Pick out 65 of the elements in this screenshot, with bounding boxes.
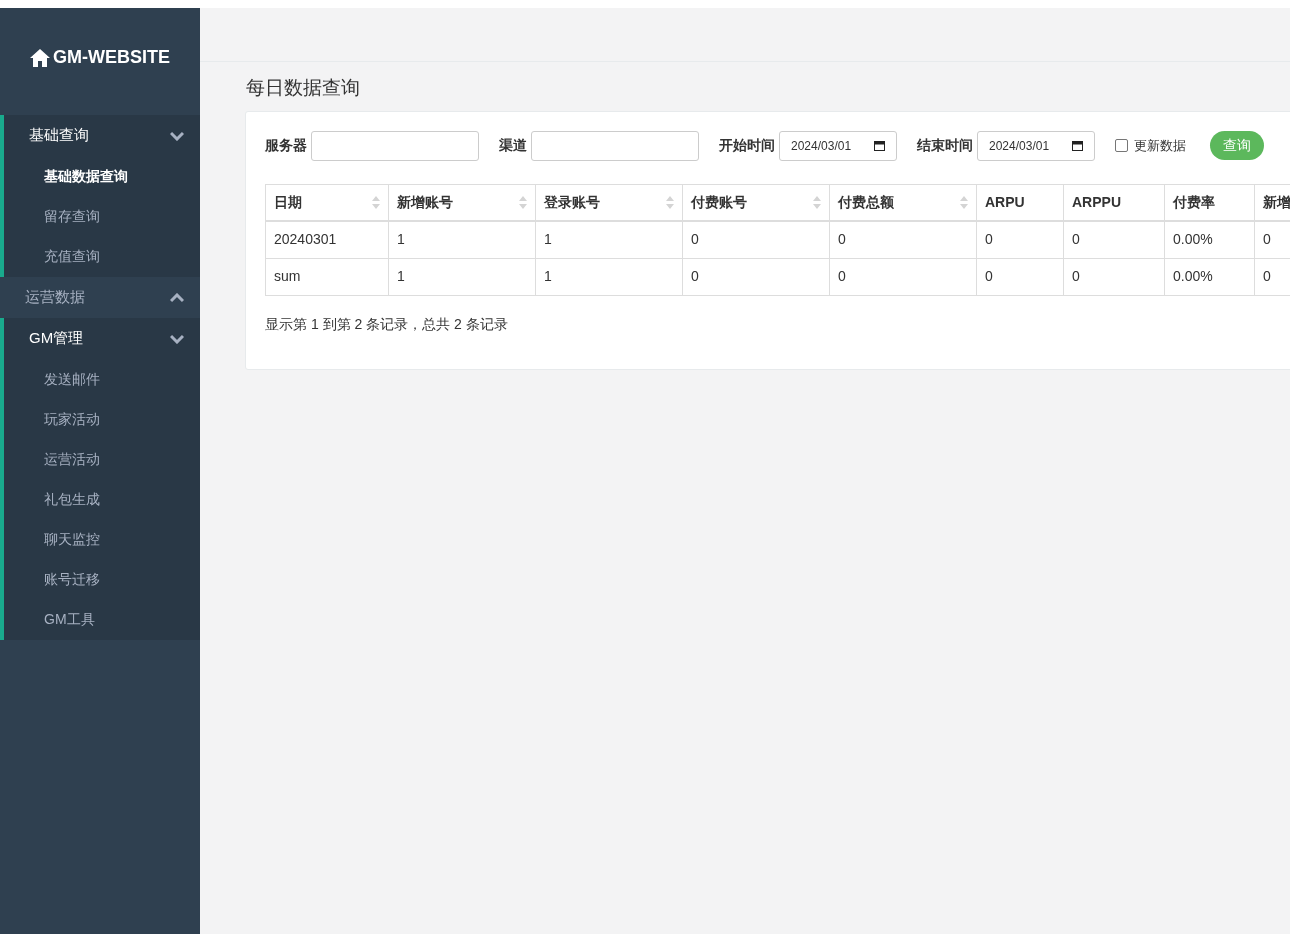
brand-logo[interactable]: GM-WEBSITE xyxy=(30,44,170,71)
filter-label: 渠道 xyxy=(499,136,527,155)
checkbox[interactable] xyxy=(1115,139,1128,152)
column-header[interactable]: 付费总额 xyxy=(838,191,894,213)
column-header[interactable]: 付费账号 xyxy=(691,191,747,213)
table-cell: 0.00% xyxy=(1173,268,1213,284)
table-cell: 0 xyxy=(985,231,993,248)
sort-icon[interactable] xyxy=(960,195,968,209)
table-cell: 0 xyxy=(985,268,993,284)
sidebar-item[interactable]: 礼包生成 xyxy=(4,479,200,519)
pagination-info: 显示第 1 到第 2 条记录，总共 2 条记录 xyxy=(265,314,509,334)
sidebar-item[interactable]: 充值查询 xyxy=(4,236,200,276)
table-cell: 1 xyxy=(544,268,552,284)
chevron-down-icon xyxy=(170,333,184,344)
checkbox-label: 更新数据 xyxy=(1134,136,1186,155)
table-cell: 0 xyxy=(1263,231,1271,248)
filter-label: 结束时间 xyxy=(917,136,973,155)
sidebar-group[interactable]: 运营数据 xyxy=(0,277,200,318)
home-icon xyxy=(30,48,50,67)
sidebar-item[interactable]: GM工具 xyxy=(4,599,200,639)
table-cell: 1 xyxy=(397,231,405,248)
column-header[interactable]: 登录账号 xyxy=(544,191,600,213)
column-header: ARPU xyxy=(985,192,1025,212)
sidebar-item[interactable]: 账号迁移 xyxy=(4,559,200,599)
table-cell: 1 xyxy=(397,268,405,284)
table-cell: 0.00% xyxy=(1173,231,1213,248)
calendar-icon[interactable] xyxy=(874,140,885,151)
table-cell: sum xyxy=(274,268,301,284)
table-cell: 0 xyxy=(1263,268,1271,284)
table-cell: 0 xyxy=(1072,268,1080,284)
table-cell: 0 xyxy=(691,231,699,248)
date-field[interactable]: 2024/03/01 xyxy=(779,130,897,161)
filter-label: 服务器 xyxy=(265,136,307,155)
page-title: 每日数据查询 xyxy=(246,76,361,100)
calendar-icon[interactable] xyxy=(1072,140,1083,151)
chevron-up-icon xyxy=(170,292,184,303)
sidebar-group[interactable]: 基础查询 xyxy=(4,115,200,156)
table-cell: 0 xyxy=(838,268,846,284)
sort-icon[interactable] xyxy=(519,195,527,209)
table-cell: 0 xyxy=(1072,231,1080,248)
column-header: 付费率 xyxy=(1173,192,1215,212)
sidebar-item[interactable]: 运营活动 xyxy=(4,439,200,479)
table-cell: 0 xyxy=(691,268,699,284)
table-cell: 1 xyxy=(544,231,552,248)
text-field[interactable] xyxy=(531,130,699,161)
sort-icon[interactable] xyxy=(372,195,380,209)
sidebar-item[interactable]: 基础数据查询 xyxy=(4,156,200,196)
date-field[interactable]: 2024/03/01 xyxy=(977,130,1095,161)
chevron-down-icon xyxy=(170,130,184,141)
sidebar-item[interactable]: 聊天监控 xyxy=(4,519,200,559)
column-header[interactable]: 日期 xyxy=(274,191,302,213)
sidebar-item[interactable]: 发送邮件 xyxy=(4,359,200,399)
text-field[interactable] xyxy=(311,130,479,161)
table-cell: 20240301 xyxy=(274,231,337,248)
column-header: ARPPU xyxy=(1072,192,1121,212)
column-header: 新增 xyxy=(1263,192,1290,212)
brand-title: GM-WEBSITE xyxy=(53,46,170,69)
sidebar-group[interactable]: GM管理 xyxy=(4,318,200,359)
sidebar-item[interactable]: 玩家活动 xyxy=(4,399,200,439)
table-cell: 0 xyxy=(838,231,846,248)
filter-label: 开始时间 xyxy=(719,136,775,155)
sidebar-item[interactable]: 留存查询 xyxy=(4,196,200,236)
sort-icon[interactable] xyxy=(666,195,674,209)
column-header[interactable]: 新增账号 xyxy=(397,191,453,213)
sort-icon[interactable] xyxy=(813,195,821,209)
